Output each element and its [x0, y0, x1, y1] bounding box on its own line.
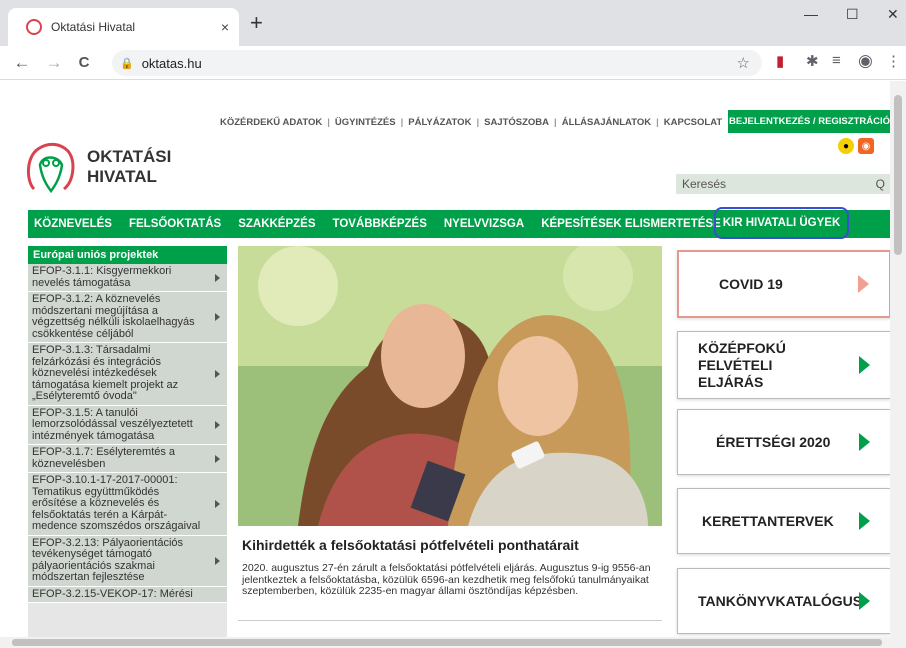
tab-close-icon[interactable]: ×: [221, 19, 229, 35]
close-window-button[interactable]: ✕: [887, 6, 899, 23]
chevron-right-icon: [215, 369, 220, 378]
favicon-icon: [26, 19, 42, 35]
news-text: 2020. augusztus 27-én zárult a felsőokta…: [242, 562, 651, 597]
top-link[interactable]: KÖZÉRDEKŰ ADATOK: [220, 117, 322, 128]
logo-line-1: OKTATÁSI: [87, 147, 172, 166]
header-icons: ● ◉: [838, 138, 874, 154]
top-link[interactable]: PÁLYÁZATOK: [408, 117, 471, 128]
top-link[interactable]: SAJTÓSZOBA: [484, 117, 549, 128]
kir-nav-item[interactable]: KIR HIVATALI ÜGYEK: [714, 207, 849, 239]
tile-label: COVID 19: [719, 276, 783, 292]
lock-icon: 🔒: [120, 57, 134, 70]
accessibility-icon[interactable]: ●: [838, 138, 854, 154]
top-link[interactable]: KAPCSOLAT: [664, 117, 722, 128]
minimize-button[interactable]: —: [804, 6, 818, 22]
nav-item[interactable]: FELSŐOKTATÁS: [129, 218, 221, 230]
page-content: KÖZÉRDEKŰ ADATOK | ÜGYINTÉZÉS | PÁLYÁZATOK…: [0, 81, 906, 637]
address-bar[interactable]: 🔒 oktatas.hu ☆: [112, 50, 762, 76]
reload-button[interactable]: C: [72, 54, 96, 71]
sidebar-item[interactable]: EFOP-3.1.3: Társadalmi felzárkózási és i…: [28, 343, 227, 406]
divider: [238, 620, 662, 621]
vertical-scrollbar[interactable]: [890, 81, 906, 637]
top-link[interactable]: ÁLLÁSAJÁNLATOK: [562, 117, 651, 128]
sidebar-item-label: EFOP-3.10.1-17-2017-00001: Tematikus egy…: [32, 474, 201, 532]
tile-erettsegi[interactable]: ÉRETTSÉGI 2020: [677, 409, 891, 475]
arrow-right-icon: [859, 512, 870, 530]
chevron-right-icon: [215, 273, 220, 282]
forward-button[interactable]: →: [42, 53, 66, 73]
chevron-right-icon: [215, 499, 220, 508]
arrow-right-icon: [858, 275, 869, 293]
tile-covid[interactable]: COVID 19: [677, 250, 891, 318]
sidebar-heading: Európai uniós projektek: [28, 246, 227, 264]
chevron-right-icon: [215, 420, 220, 429]
chevron-right-icon: [215, 556, 220, 565]
sidebar-item[interactable]: EFOP-3.10.1-17-2017-00001: Tematikus egy…: [28, 473, 227, 536]
back-button[interactable]: ←: [10, 53, 34, 73]
sidebar-item[interactable]: EFOP-3.1.1: Kisgyermekkori nevelés támog…: [28, 264, 227, 292]
search-icon[interactable]: Q: [876, 177, 885, 191]
sidebar-item-label: EFOP-3.1.1: Kisgyermekkori nevelés támog…: [32, 265, 172, 289]
url-text: oktatas.hu: [141, 55, 202, 71]
top-links: KÖZÉRDEKŰ ADATOK | ÜGYINTÉZÉS | PÁLYÁZATOK…: [220, 116, 723, 128]
tile-label: KÖZÉPFOKÚ FELVÉTELI ELJÁRÁS: [698, 339, 786, 390]
tab-title: Oktatási Hivatal: [51, 20, 136, 34]
sidebar-item-label: EFOP-3.2.13: Pályaorientációs tevékenysé…: [32, 536, 184, 583]
sidebar-item[interactable]: EFOP-3.1.5: A tanulói lemorzsolódással v…: [28, 405, 227, 445]
eu-projects-sidebar: Európai uniós projektek EFOP-3.1.1: Kisg…: [28, 246, 227, 637]
nav-item[interactable]: TOVÁBBKÉPZÉS: [333, 218, 427, 230]
logo-line-2: HIVATAL: [87, 167, 157, 186]
tile-kerettantervek[interactable]: KERETTANTERVEK: [677, 488, 891, 554]
tile-tankonyv[interactable]: TANKÖNYVKATALÓGUS: [677, 568, 891, 634]
nav-item[interactable]: NYELVVIZSGA: [444, 218, 524, 230]
tile-kozepfoku[interactable]: KÖZÉPFOKÚ FELVÉTELI ELJÁRÁS: [677, 331, 891, 399]
sidebar-item-label: EFOP-3.1.5: A tanulói lemorzsolódással v…: [32, 406, 193, 442]
bookmark-star-icon[interactable]: ☆: [737, 54, 750, 72]
login-button[interactable]: BEJELENTKEZÉS / REGISZTRÁCIÓ: [728, 110, 891, 133]
news-title[interactable]: Kihirdették a felsőoktatási pótfelvételi…: [242, 537, 579, 553]
rss-icon[interactable]: ◉: [858, 138, 874, 154]
maximize-button[interactable]: ☐: [846, 6, 859, 23]
browser-window: Oktatási Hivatal × + — ☐ ✕ ← → C 🔒 oktat…: [0, 0, 906, 648]
profile-icon[interactable]: ◉: [858, 51, 873, 71]
sidebar-item-label: EFOP-3.2.15-VEKOP-17: Mérési: [32, 587, 193, 600]
sidebar-item-label: EFOP-3.1.7: Esélyteremtés a köznevelésbe…: [32, 446, 176, 470]
sidebar-item-label: EFOP-3.1.2: A köznevelés módszertani meg…: [32, 293, 195, 340]
extension-shield-icon[interactable]: ▮: [776, 52, 784, 70]
top-link[interactable]: ÜGYINTÉZÉS: [335, 117, 396, 128]
chevron-right-icon: [215, 454, 220, 463]
nav-item[interactable]: SZAKKÉPZÉS: [238, 218, 315, 230]
news-hero-image[interactable]: [238, 246, 662, 526]
new-tab-button[interactable]: +: [250, 12, 263, 34]
scrollbar-thumb[interactable]: [894, 95, 902, 255]
arrow-right-icon: [859, 433, 870, 451]
horizontal-scrollbar[interactable]: [0, 637, 906, 648]
browser-tab[interactable]: Oktatási Hivatal ×: [8, 8, 239, 46]
reading-list-icon[interactable]: ≡: [832, 52, 841, 69]
menu-icon[interactable]: ⋮: [886, 52, 901, 70]
arrow-right-icon: [859, 356, 870, 374]
nav-item[interactable]: KÖZNEVELÉS: [34, 218, 112, 230]
chevron-right-icon: [215, 313, 220, 321]
arrow-right-icon: [859, 592, 870, 610]
browser-toolbar: ← → C 🔒 oktatas.hu ☆ ▮ ✱ ≡ ◉ ⋮: [0, 46, 906, 80]
sidebar-item[interactable]: EFOP-3.2.15-VEKOP-17: Mérési: [28, 586, 227, 603]
sidebar-item[interactable]: EFOP-3.1.7: Esélyteremtés a köznevelésbe…: [28, 445, 227, 473]
sidebar-item[interactable]: EFOP-3.1.2: A köznevelés módszertani meg…: [28, 292, 227, 343]
site-logo[interactable]: OKTATÁSI HIVATAL: [24, 137, 171, 197]
tile-label: KERETTANTERVEK: [702, 513, 834, 529]
tab-bar: Oktatási Hivatal × + — ☐ ✕: [0, 0, 906, 46]
sidebar-item[interactable]: EFOP-3.2.13: Pályaorientációs tevékenysé…: [28, 535, 227, 587]
search-placeholder: Keresés: [682, 177, 727, 191]
nav-item[interactable]: KÉPESÍTÉSEK ELISMERTETÉSE: [541, 218, 721, 230]
extensions-puzzle-icon[interactable]: ✱: [806, 52, 819, 70]
scrollbar-thumb[interactable]: [12, 639, 882, 646]
owl-logo-icon: [27, 142, 75, 194]
sidebar-item-label: EFOP-3.1.3: Társadalmi felzárkózási és i…: [32, 344, 179, 402]
tile-label: ÉRETTSÉGI 2020: [716, 434, 831, 450]
tile-label: TANKÖNYVKATALÓGUS: [698, 593, 863, 609]
search-field[interactable]: Keresés Q: [676, 174, 891, 194]
